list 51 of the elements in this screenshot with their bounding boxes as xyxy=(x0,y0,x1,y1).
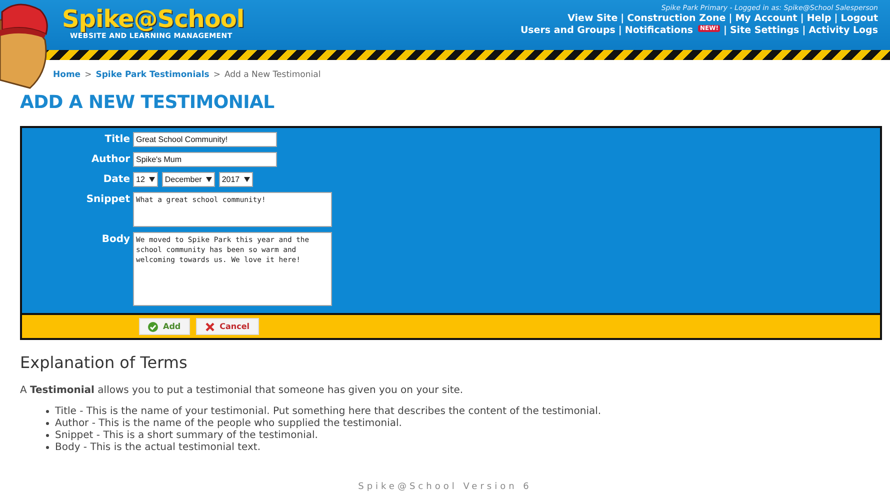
bullet-icon xyxy=(46,446,49,449)
term-description: Snippet - This is a short summary of the testimonial. xyxy=(55,430,318,441)
separator: | xyxy=(728,13,732,24)
bullet-icon xyxy=(46,434,49,437)
breadcrumb-separator: > xyxy=(213,70,220,80)
nav-link[interactable]: View Site xyxy=(568,13,618,24)
field-label: Date xyxy=(102,173,130,187)
separator: | xyxy=(618,25,622,36)
nav-link[interactable]: Activity Logs xyxy=(808,25,878,36)
dropdown[interactable]: December xyxy=(162,172,215,187)
breadcrumb-current: Add a New Testimonial xyxy=(224,70,321,80)
breadcrumb-separator: > xyxy=(84,70,92,80)
close-icon xyxy=(204,322,215,332)
dropdown[interactable]: 2017 xyxy=(218,172,253,187)
bullet-icon xyxy=(46,410,49,413)
separator: | xyxy=(723,25,727,36)
field-label: Snippet xyxy=(85,193,130,207)
breadcrumb-link[interactable]: Home xyxy=(53,70,81,80)
version-text: Spike@School Version 6 xyxy=(358,482,532,492)
add-button[interactable]: Add xyxy=(139,318,190,335)
caret-icon xyxy=(244,177,250,182)
field-label: Body xyxy=(100,233,130,247)
nav-link[interactable]: My Account xyxy=(735,13,798,24)
nav-link[interactable]: Logout xyxy=(840,13,878,24)
logo-text: Spike@School xyxy=(62,6,244,32)
bullet-icon xyxy=(46,422,49,425)
caret-icon xyxy=(206,177,212,182)
nav-link[interactable]: Construction Zone xyxy=(627,13,726,24)
field-label: Author xyxy=(90,153,130,167)
nav-link[interactable]: Help xyxy=(806,13,832,24)
dropdown[interactable]: 12 xyxy=(133,172,158,187)
check-icon xyxy=(148,322,158,332)
term-description: Body - This is the actual testimonial text. xyxy=(55,442,261,453)
caret-icon xyxy=(148,177,155,182)
field-label: Title xyxy=(104,133,130,147)
separator: | xyxy=(800,13,804,24)
nav-link[interactable]: Users and Groups xyxy=(520,25,616,36)
term-description: Title - This is the name of your testimonial. Put something here that describes the content of the testimonial. xyxy=(55,406,602,417)
nav-link[interactable]: Site Settings xyxy=(730,25,800,36)
separator: | xyxy=(802,25,806,36)
separator: | xyxy=(620,13,624,24)
nav-link[interactable]: Notifications xyxy=(624,25,693,36)
intro-text: A Testimonial allows you to put a testimonial that someone has given you on your site. xyxy=(20,385,464,396)
cancel-button[interactable]: Cancel xyxy=(196,318,259,335)
text-field[interactable]: Spike's Mum xyxy=(133,152,277,167)
separator: | xyxy=(834,13,838,24)
page-title: ADD A NEW TESTIMONIAL xyxy=(20,92,276,113)
breadcrumb-link[interactable]: Spike Park Testimonials xyxy=(96,70,210,80)
term-description: Author - This is the name of the people who supplied the testimonial. xyxy=(55,418,402,429)
section-heading: Explanation of Terms xyxy=(20,353,188,372)
text-field[interactable]: Great School Community! xyxy=(133,132,277,147)
